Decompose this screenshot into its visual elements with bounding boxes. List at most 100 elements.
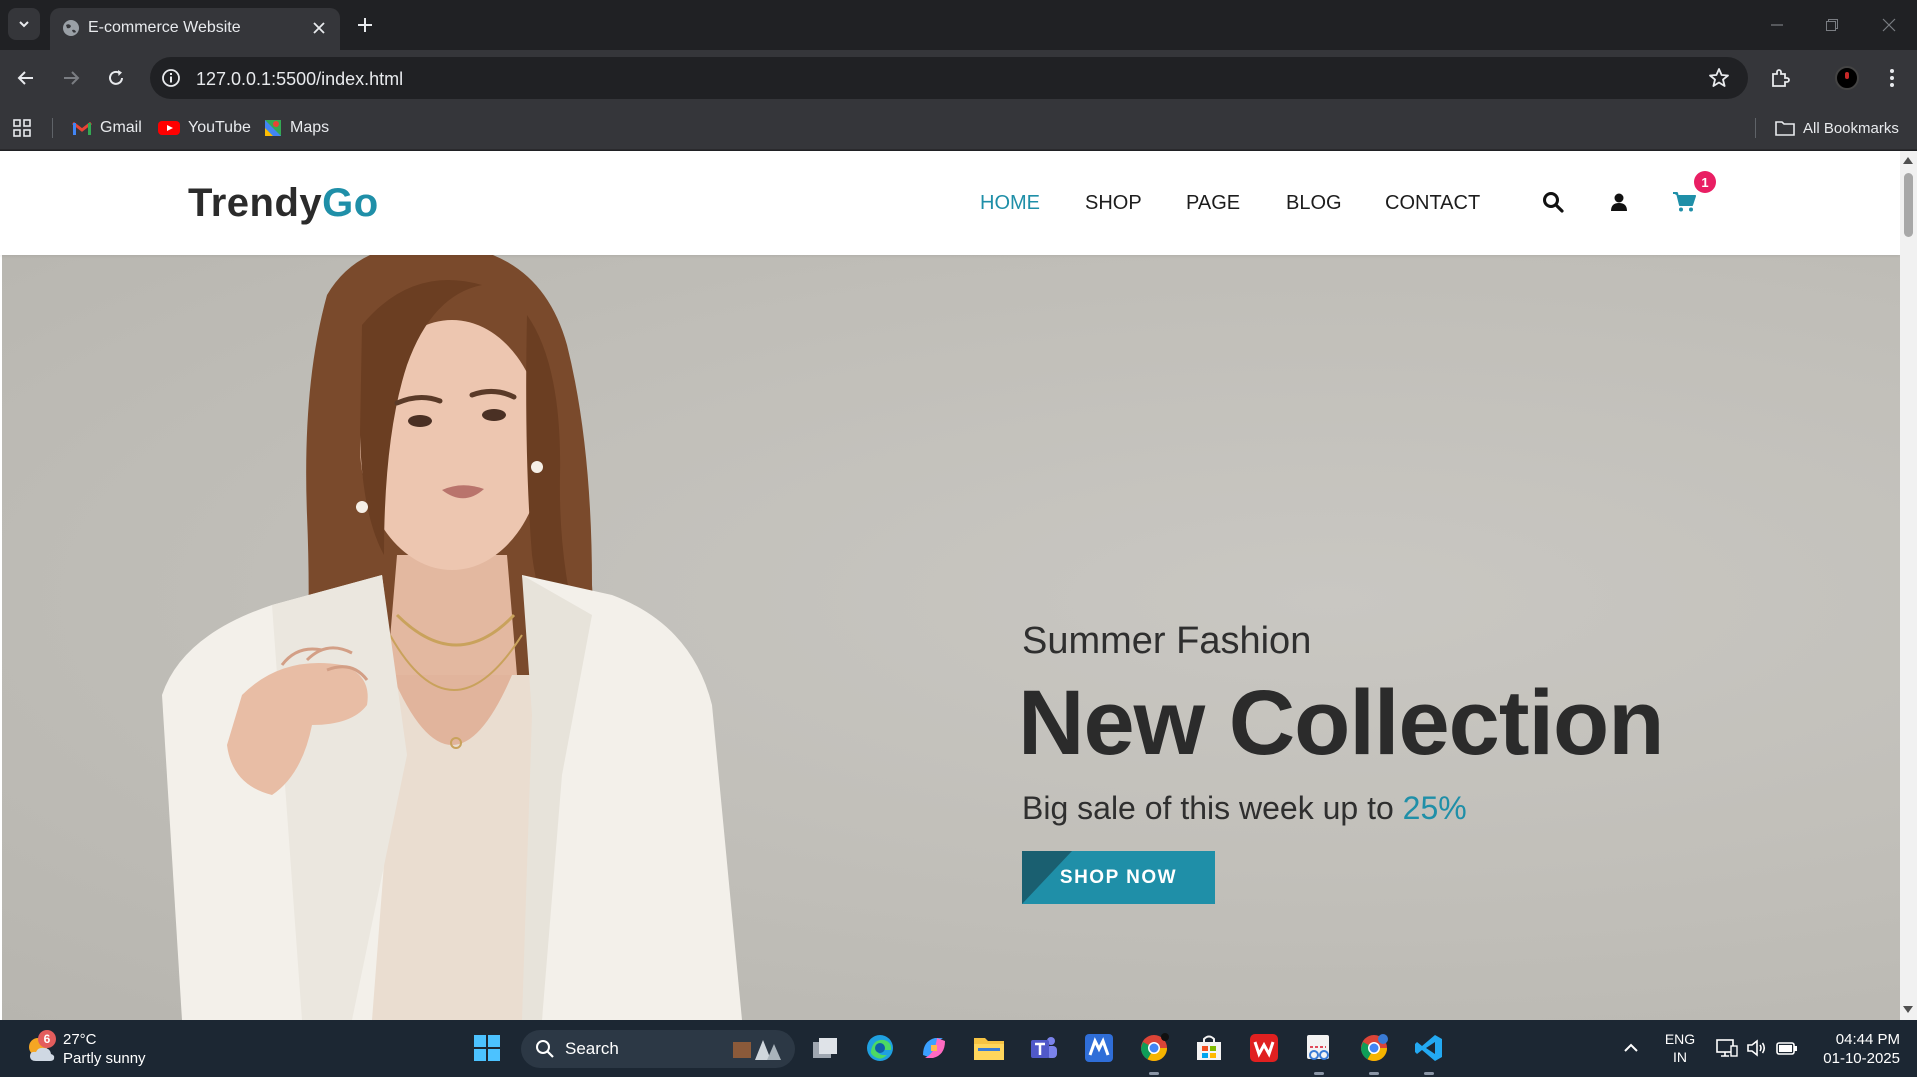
- edge-button[interactable]: [863, 1031, 897, 1065]
- scroll-down-arrow[interactable]: [1903, 1006, 1913, 1013]
- running-indicator: [1149, 1072, 1159, 1075]
- language-code: ENG: [1664, 1031, 1696, 1047]
- more-vertical-icon: [1890, 69, 1894, 87]
- apps-button[interactable]: [12, 116, 32, 140]
- bookmark-star-icon[interactable]: [1707, 66, 1731, 90]
- close-icon: [313, 22, 325, 34]
- restore-icon: [1826, 19, 1838, 31]
- scrollbar-thumb[interactable]: [1904, 173, 1913, 237]
- bookmark-label: YouTube: [188, 119, 251, 136]
- bookmark-divider: [1755, 118, 1756, 138]
- search-button[interactable]: [1540, 189, 1566, 215]
- scroll-up-arrow[interactable]: [1903, 157, 1913, 164]
- cart-button[interactable]: [1671, 189, 1697, 215]
- maps-icon: [265, 120, 281, 136]
- hero-sale-text: Big sale of this week up to 25%: [1022, 788, 1467, 828]
- browser-tab-active[interactable]: E-commerce Website: [50, 8, 340, 50]
- nav-contact[interactable]: CONTACT: [1385, 190, 1480, 216]
- close-icon: [1882, 18, 1896, 32]
- app-m-button[interactable]: [1082, 1031, 1116, 1065]
- nav-blog[interactable]: BLOG: [1286, 190, 1342, 216]
- task-view-icon: [813, 1038, 837, 1058]
- hero-model-image: [162, 255, 742, 1020]
- account-button[interactable]: [1606, 189, 1632, 215]
- microsoft-store-button[interactable]: [1192, 1031, 1226, 1065]
- shop-now-button[interactable]: SHOP NOW: [1022, 851, 1215, 904]
- snipping-tool-icon: [1307, 1035, 1329, 1060]
- snipping-tool-button[interactable]: [1302, 1031, 1336, 1065]
- browser-menu-button[interactable]: [1876, 62, 1908, 94]
- arrow-left-icon: [17, 71, 33, 85]
- site-header: TrendyGo HOME SHOP PAGE BLOG CONTACT 1: [0, 151, 1900, 255]
- chrome-icon: [1360, 1034, 1388, 1062]
- page-scrollbar[interactable]: [1900, 151, 1917, 1020]
- weather-temperature: 27°C: [63, 1031, 97, 1048]
- language-indicator[interactable]: ENG IN: [1660, 1030, 1700, 1066]
- chrome-icon: [1140, 1033, 1169, 1062]
- hero-headline: New Collection: [1018, 672, 1664, 774]
- extensions-button[interactable]: [1764, 62, 1796, 94]
- vscode-icon: [1415, 1035, 1442, 1061]
- sale-text: Big sale of this week up to: [1022, 790, 1403, 826]
- tab-search-button[interactable]: [8, 8, 40, 40]
- avatar: [1835, 66, 1859, 90]
- apps-grid-icon: [13, 119, 31, 137]
- nav-shop[interactable]: SHOP: [1085, 190, 1142, 216]
- bookmark-gmail[interactable]: Gmail: [72, 116, 142, 140]
- hero-subtitle: Summer Fashion: [1022, 620, 1312, 662]
- all-bookmarks-label: All Bookmarks: [1803, 119, 1899, 137]
- teams-button[interactable]: [1027, 1031, 1061, 1065]
- new-tab-button[interactable]: [352, 12, 378, 38]
- battery-button[interactable]: [1770, 1031, 1804, 1065]
- shop-now-label: SHOP NOW: [1059, 866, 1178, 888]
- profile-button[interactable]: [1831, 62, 1863, 94]
- hero-banner: Summer Fashion New Collection Big sale o…: [2, 255, 1900, 1020]
- folder-icon: [1775, 121, 1795, 136]
- chrome-button[interactable]: [1137, 1031, 1171, 1065]
- start-button[interactable]: [470, 1031, 504, 1065]
- volume-button[interactable]: [1740, 1031, 1774, 1065]
- url-text[interactable]: 127.0.0.1:5500/index.html: [196, 68, 403, 90]
- all-bookmarks-button[interactable]: All Bookmarks: [1775, 116, 1899, 140]
- vscode-button[interactable]: [1412, 1031, 1446, 1065]
- tab-close-button[interactable]: [308, 17, 330, 39]
- weather-condition: Partly sunny: [63, 1050, 146, 1067]
- chevron-up-icon: [1624, 1043, 1638, 1052]
- nav-home[interactable]: HOME: [980, 190, 1040, 216]
- address-bar[interactable]: 127.0.0.1:5500/index.html: [150, 57, 1748, 99]
- taskbar-search[interactable]: Search: [521, 1030, 795, 1068]
- puzzle-icon: [1772, 69, 1790, 87]
- arrow-right-icon: [64, 71, 80, 85]
- network-button[interactable]: [1710, 1031, 1744, 1065]
- restore-button[interactable]: [1817, 12, 1847, 38]
- bookmark-label: Maps: [290, 119, 330, 136]
- weather-widget[interactable]: 6 27°C Partly sunny: [22, 1028, 222, 1070]
- bookmark-youtube[interactable]: YouTube: [158, 116, 251, 140]
- folder-icon: [974, 1038, 1004, 1060]
- task-view-button[interactable]: [808, 1031, 842, 1065]
- user-icon: [1611, 193, 1627, 211]
- search-icon: [536, 1040, 554, 1058]
- site-logo[interactable]: TrendyGo: [188, 179, 379, 227]
- reload-button[interactable]: [100, 62, 132, 94]
- copilot-icon: [923, 1038, 945, 1058]
- file-explorer-button[interactable]: [972, 1031, 1006, 1065]
- nav-page[interactable]: PAGE: [1186, 190, 1240, 216]
- minimize-button[interactable]: [1762, 12, 1792, 38]
- system-clock[interactable]: 04:44 PM 01-10-2025: [1808, 1030, 1900, 1068]
- bookmark-maps[interactable]: Maps: [264, 116, 329, 140]
- close-window-button[interactable]: [1874, 12, 1904, 38]
- wps-office-button[interactable]: [1247, 1031, 1281, 1065]
- youtube-icon: [158, 121, 180, 135]
- cart-icon: [1673, 192, 1696, 212]
- forward-button[interactable]: [55, 62, 87, 94]
- wps-icon: [1250, 1034, 1278, 1062]
- chrome-profile-button[interactable]: [1357, 1031, 1391, 1065]
- back-button[interactable]: [10, 62, 42, 94]
- cart-count-badge: 1: [1694, 171, 1716, 193]
- copilot-button[interactable]: [917, 1031, 951, 1065]
- site-info-icon[interactable]: [160, 67, 182, 89]
- search-highlight-icon: [733, 1040, 781, 1060]
- show-hidden-icons-button[interactable]: [1614, 1031, 1648, 1065]
- taskbar-search-label: Search: [565, 1039, 619, 1058]
